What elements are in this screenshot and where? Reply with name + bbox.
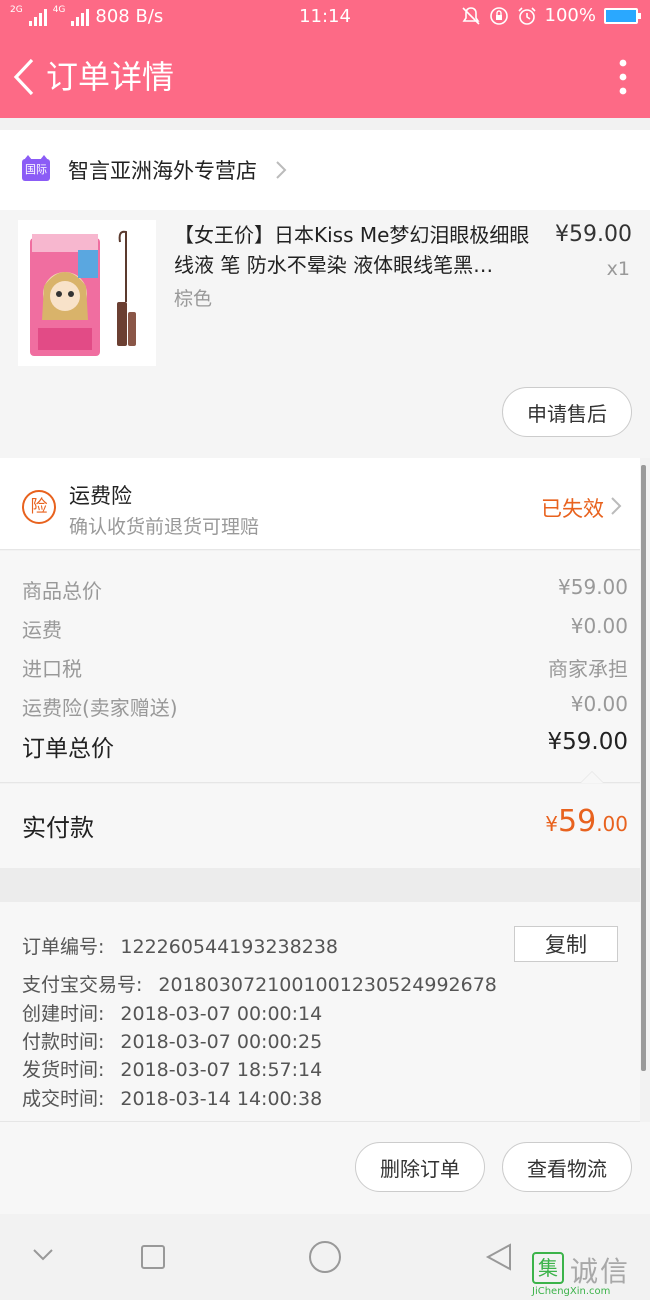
shipping-insurance-row[interactable]: 险 运费险 确认收货前退货可理赔 已失效	[0, 458, 640, 550]
order-total-label: 订单总价	[22, 736, 114, 762]
order-actions: 删除订单 查看物流	[0, 1122, 650, 1214]
collapse-down-icon[interactable]	[32, 1248, 54, 1262]
info-value: 2018030721001001230524992678	[158, 974, 497, 996]
info-label: 成交时间:	[22, 1088, 105, 1110]
info-label: 创建时间:	[22, 1003, 105, 1025]
insurance-title: 运费险	[69, 484, 132, 508]
info-row-order-number: 订单编号: 122260544193238238	[22, 932, 338, 959]
battery-percent: 100%	[544, 5, 596, 26]
watermark: 集 诚信 JiChengXin.com	[532, 1248, 642, 1300]
caret-up-icon	[580, 771, 604, 783]
product-sku: 棕色	[174, 288, 213, 310]
insurance-icon: 险	[22, 490, 56, 524]
store-name: 智言亚洲海外专营店	[68, 159, 257, 183]
mute-bell-icon	[461, 6, 480, 25]
info-label: 订单编号:	[22, 936, 105, 958]
summary-value: ¥59.00	[558, 575, 628, 599]
summary-label: 运费	[22, 618, 62, 642]
home-icon[interactable]	[308, 1240, 342, 1274]
summary-row: 商品总价 ¥59.00	[22, 575, 628, 604]
back-icon[interactable]	[484, 1242, 514, 1272]
insurance-subtitle: 确认收货前退货可理赔	[69, 516, 260, 538]
info-row-created: 创建时间: 2018-03-07 00:00:14	[22, 999, 322, 1026]
info-row-shipped: 发货时间: 2018-03-07 18:57:14	[22, 1055, 322, 1082]
summary-label: 商品总价	[22, 579, 102, 603]
paid-amount-row: 实付款 ¥59.00	[0, 784, 640, 868]
info-label: 发货时间:	[22, 1059, 105, 1081]
paid-decimal: .00	[596, 812, 628, 836]
info-row-completed: 成交时间: 2018-03-14 14:00:38	[22, 1084, 322, 1111]
battery-icon	[604, 7, 641, 24]
paid-currency: ¥	[545, 812, 558, 836]
info-row-paid: 付款时间: 2018-03-07 00:00:25	[22, 1027, 322, 1054]
chevron-right-icon	[611, 497, 622, 515]
summary-row: 运费 ¥0.00	[22, 614, 628, 643]
summary-label: 进口税	[22, 657, 82, 681]
back-arrow-icon[interactable]	[6, 54, 46, 100]
section-divider	[0, 868, 640, 902]
status-right: 100%	[461, 5, 641, 26]
insurance-status: 已失效	[541, 497, 604, 521]
product-item[interactable]: 【女王价】日本Kiss Me梦幻泪眼极细眼线液 笔 防水不晕染 液体眼线笔黑… …	[0, 210, 650, 458]
info-label: 支付宝交易号:	[22, 974, 143, 996]
product-thumbnail[interactable]	[18, 220, 156, 366]
info-value: 2018-03-07 00:00:14	[120, 1003, 323, 1025]
rotation-lock-icon	[489, 6, 508, 25]
summary-row: 进口税 商家承担	[22, 653, 628, 682]
nav-header: 订单详情	[0, 36, 650, 118]
view-logistics-button[interactable]: 查看物流	[502, 1142, 632, 1192]
info-value: 2018-03-07 00:00:25	[120, 1031, 323, 1053]
scrollbar[interactable]	[641, 465, 646, 1071]
delete-order-button[interactable]: 删除订单	[355, 1142, 485, 1192]
product-price: ¥59.00	[555, 222, 632, 247]
summary-value: ¥0.00	[570, 692, 628, 716]
order-total-value: ¥59.00	[547, 729, 628, 755]
watermark-url: JiChengXin.com	[532, 1286, 611, 1297]
watermark-logo: 集	[532, 1252, 564, 1284]
paid-integer: 59	[558, 804, 597, 839]
chevron-right-icon	[276, 161, 287, 179]
info-value: 2018-03-14 14:00:38	[120, 1088, 323, 1110]
recent-apps-icon[interactable]	[140, 1244, 166, 1270]
copy-button[interactable]: 复制	[514, 926, 618, 962]
product-quantity: x1	[606, 258, 630, 280]
paid-amount: ¥59.00	[545, 804, 628, 839]
store-row[interactable]: 国际 智言亚洲海外专营店	[0, 130, 650, 210]
info-value: 122260544193238238	[120, 936, 338, 958]
order-info: 订单编号: 122260544193238238 复制 支付宝交易号: 201803…	[0, 902, 640, 1122]
summary-value: ¥0.00	[570, 614, 628, 638]
status-bar: 2G 4G 808 B/s 11:14 100%	[0, 0, 650, 36]
info-label: 付款时间:	[22, 1031, 105, 1053]
alarm-icon	[517, 6, 536, 25]
summary-value: 商家承担	[548, 657, 628, 681]
more-vertical-icon[interactable]	[616, 58, 630, 96]
after-sale-button[interactable]: 申请售后	[502, 387, 632, 437]
order-total-row: 订单总价 ¥59.00	[22, 729, 628, 763]
info-value: 2018-03-07 18:57:14	[120, 1059, 323, 1081]
summary-label: 运费险(卖家赠送)	[22, 696, 178, 720]
price-summary: 商品总价 ¥59.00 运费 ¥0.00 进口税 商家承担 运费险(卖家赠送) …	[0, 551, 640, 783]
product-title: 【女王价】日本Kiss Me梦幻泪眼极细眼线液 笔 防水不晕染 液体眼线笔黑…	[174, 223, 530, 277]
watermark-text: 诚信	[570, 1255, 631, 1288]
international-badge: 国际	[22, 155, 50, 181]
paid-label: 实付款	[22, 814, 94, 842]
info-row-alipay-number: 支付宝交易号: 2018030721001001230524992678	[22, 970, 497, 997]
summary-row: 运费险(卖家赠送) ¥0.00	[22, 692, 628, 721]
page-title: 订单详情	[46, 58, 175, 96]
